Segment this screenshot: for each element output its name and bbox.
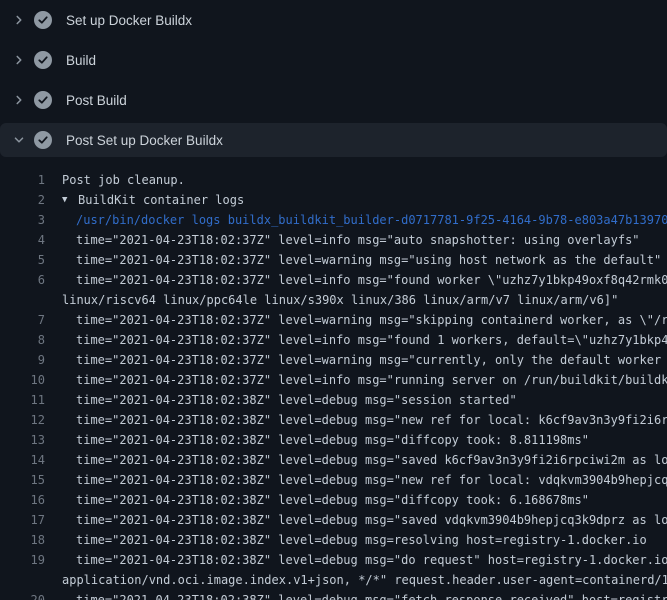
line-number: 19 xyxy=(0,550,45,570)
step-section-set-up-docker-buildx[interactable]: Set up Docker Buildx xyxy=(0,0,667,40)
log-text: time="2021-04-23T18:02:37Z" level=info m… xyxy=(76,230,640,250)
log-text: time="2021-04-23T18:02:38Z" level=debug … xyxy=(76,450,667,470)
line-number: 10 xyxy=(0,370,45,390)
log-text: time="2021-04-23T18:02:38Z" level=debug … xyxy=(76,470,667,490)
check-circle-icon xyxy=(34,11,52,29)
step-title: Build xyxy=(66,53,96,68)
log-line-wrap: linux/riscv64 linux/ppc64le linux/s390x … xyxy=(0,290,667,310)
log-line: 13 time="2021-04-23T18:02:38Z" level=deb… xyxy=(0,430,667,450)
step-section-build[interactable]: Build xyxy=(0,40,667,80)
log-text: time="2021-04-23T18:02:38Z" level=debug … xyxy=(76,530,647,550)
log-text: time="2021-04-23T18:02:38Z" level=debug … xyxy=(76,550,667,570)
line-number: 6 xyxy=(0,270,45,290)
log-text: time="2021-04-23T18:02:38Z" level=debug … xyxy=(76,390,517,410)
line-number: 15 xyxy=(0,470,45,490)
chevron-down-icon[interactable] xyxy=(12,132,26,148)
chevron-right-icon[interactable] xyxy=(12,52,26,68)
log-text: time="2021-04-23T18:02:38Z" level=debug … xyxy=(76,430,589,450)
log-text: application/vnd.oci.image.index.v1+json,… xyxy=(62,570,667,590)
log-line: 19 time="2021-04-23T18:02:38Z" level=deb… xyxy=(0,550,667,570)
line-number: 2 xyxy=(0,190,45,210)
log-line: 11 time="2021-04-23T18:02:38Z" level=deb… xyxy=(0,390,667,410)
log-line: 10 time="2021-04-23T18:02:37Z" level=inf… xyxy=(0,370,667,390)
actions-log-viewer: Set up Docker Buildx Build Post Build Po… xyxy=(0,0,667,600)
line-number: 14 xyxy=(0,450,45,470)
line-number xyxy=(0,570,45,590)
log-line-wrap: application/vnd.oci.image.index.v1+json,… xyxy=(0,570,667,590)
log-line-command: 3 /usr/bin/docker logs buildx_buildkit_b… xyxy=(0,210,667,230)
log-group-title[interactable]: BuildKit container logs xyxy=(78,190,244,210)
check-circle-icon xyxy=(34,51,52,69)
log-line: 16 time="2021-04-23T18:02:38Z" level=deb… xyxy=(0,490,667,510)
log-line: 4 time="2021-04-23T18:02:37Z" level=info… xyxy=(0,230,667,250)
line-number: 9 xyxy=(0,350,45,370)
log-text: time="2021-04-23T18:02:38Z" level=debug … xyxy=(76,410,667,430)
log-text: time="2021-04-23T18:02:37Z" level=warnin… xyxy=(76,250,661,270)
step-section-post-build[interactable]: Post Build xyxy=(0,80,667,120)
line-number: 17 xyxy=(0,510,45,530)
line-number xyxy=(0,290,45,310)
line-number: 8 xyxy=(0,330,45,350)
step-title: Post Set up Docker Buildx xyxy=(66,133,223,148)
log-line: 5 time="2021-04-23T18:02:37Z" level=warn… xyxy=(0,250,667,270)
log-line: 7 time="2021-04-23T18:02:37Z" level=warn… xyxy=(0,310,667,330)
step-title: Set up Docker Buildx xyxy=(66,13,192,28)
line-number: 16 xyxy=(0,490,45,510)
log-line: 18 time="2021-04-23T18:02:38Z" level=deb… xyxy=(0,530,667,550)
log-line: 6 time="2021-04-23T18:02:37Z" level=info… xyxy=(0,270,667,290)
chevron-right-icon[interactable] xyxy=(12,92,26,108)
step-section-post-set-up-docker-buildx[interactable]: Post Set up Docker Buildx xyxy=(0,123,667,157)
log-text: time="2021-04-23T18:02:37Z" level=info m… xyxy=(76,330,667,350)
line-number: 3 xyxy=(0,210,45,230)
chevron-right-icon[interactable] xyxy=(12,12,26,28)
log-group-header[interactable]: 2 ▼ BuildKit container logs xyxy=(0,190,667,210)
log-text: time="2021-04-23T18:02:38Z" level=debug … xyxy=(76,510,667,530)
log-line: 14 time="2021-04-23T18:02:38Z" level=deb… xyxy=(0,450,667,470)
log-text: Post job cleanup. xyxy=(62,170,185,190)
log-line: 8 time="2021-04-23T18:02:37Z" level=info… xyxy=(0,330,667,350)
log-line: 20 time="2021-04-23T18:02:38Z" level=deb… xyxy=(0,590,667,600)
log-line: 15 time="2021-04-23T18:02:38Z" level=deb… xyxy=(0,470,667,490)
line-number: 5 xyxy=(0,250,45,270)
log-line: 17 time="2021-04-23T18:02:38Z" level=deb… xyxy=(0,510,667,530)
step-title: Post Build xyxy=(66,93,127,108)
check-circle-icon xyxy=(34,91,52,109)
log-text: time="2021-04-23T18:02:37Z" level=info m… xyxy=(76,370,667,390)
log-text: time="2021-04-23T18:02:37Z" level=info m… xyxy=(76,270,667,290)
triangle-down-icon[interactable]: ▼ xyxy=(62,190,78,210)
line-number: 4 xyxy=(0,230,45,250)
line-number: 20 xyxy=(0,590,45,600)
log-line: 9 time="2021-04-23T18:02:37Z" level=warn… xyxy=(0,350,667,370)
log-command-text: /usr/bin/docker logs buildx_buildkit_bui… xyxy=(76,210,667,230)
log-text: time="2021-04-23T18:02:37Z" level=warnin… xyxy=(76,310,667,330)
log-text: time="2021-04-23T18:02:38Z" level=debug … xyxy=(76,590,667,600)
log-line: 1 Post job cleanup. xyxy=(0,170,667,190)
line-number: 12 xyxy=(0,410,45,430)
line-number: 11 xyxy=(0,390,45,410)
check-circle-icon xyxy=(34,131,52,149)
log-text: linux/riscv64 linux/ppc64le linux/s390x … xyxy=(62,290,618,310)
log-text: time="2021-04-23T18:02:37Z" level=warnin… xyxy=(76,350,667,370)
log-line: 12 time="2021-04-23T18:02:38Z" level=deb… xyxy=(0,410,667,430)
line-number: 18 xyxy=(0,530,45,550)
log-output: 1 Post job cleanup. 2 ▼ BuildKit contain… xyxy=(0,160,667,600)
line-number: 1 xyxy=(0,170,45,190)
line-number: 13 xyxy=(0,430,45,450)
line-number: 7 xyxy=(0,310,45,330)
log-text: time="2021-04-23T18:02:38Z" level=debug … xyxy=(76,490,589,510)
